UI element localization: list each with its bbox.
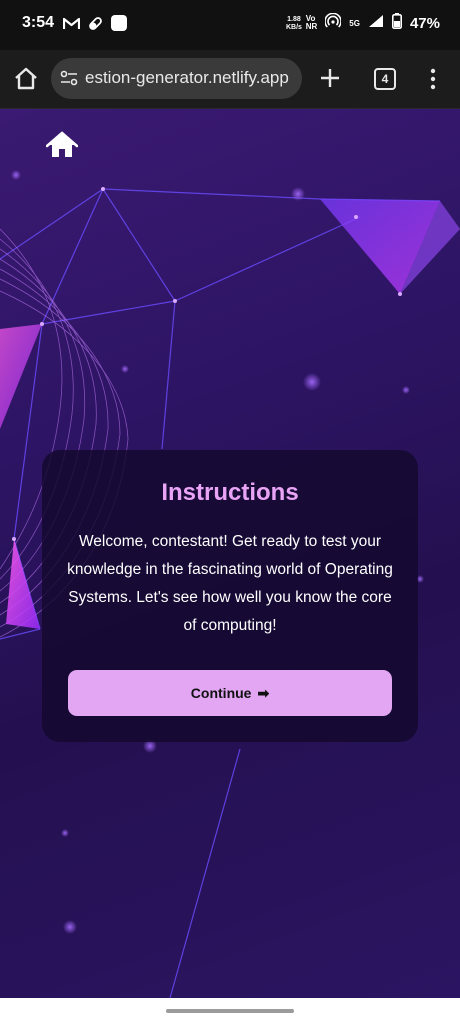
tab-switcher-button[interactable]: 4 [374,68,396,90]
signal-icon [368,14,384,32]
more-menu-icon[interactable] [425,67,441,91]
volte-indicator: Vo NR [305,14,318,31]
network-type: 5G [349,18,360,28]
address-bar[interactable]: estion-generator.netlify.app [51,58,302,99]
instructions-card: Instructions Welcome, contestant! Get re… [42,450,418,742]
status-time: 3:54 [22,14,55,31]
status-bar: 3:54 1.88 KB/s Vo NR 5G 47% [0,0,460,50]
arrow-right-icon: ➡ [257,684,270,701]
gesture-navigation-bar [0,998,460,1024]
url-text[interactable]: estion-generator.netlify.app [85,68,299,88]
web-page: Instructions Welcome, contestant! Get re… [0,109,460,998]
page-home-icon[interactable] [45,131,79,159]
continue-button[interactable]: Continue ➡ [68,670,392,716]
status-notification-icons [63,15,127,31]
hotspot-icon [324,12,343,33]
browser-toolbar: estion-generator.netlify.app 4 [0,50,460,109]
battery-icon [391,13,402,33]
gmail-icon [63,17,80,30]
site-settings-icon[interactable] [60,70,78,91]
status-system-icons: Vo NR 5G 47% [305,12,440,33]
new-tab-icon[interactable] [318,66,342,90]
card-title: Instructions [161,479,299,506]
pill-icon [88,16,103,31]
network-speed: 1.88 KB/s [286,16,302,31]
continue-button-label: Continue [190,685,252,701]
browser-home-icon[interactable] [13,66,39,92]
card-body-text: Welcome, contestant! Get ready to test y… [67,533,393,634]
battery-percent: 47% [409,14,440,32]
home-gesture-handle[interactable] [166,1009,294,1013]
app-square-icon [111,15,127,31]
